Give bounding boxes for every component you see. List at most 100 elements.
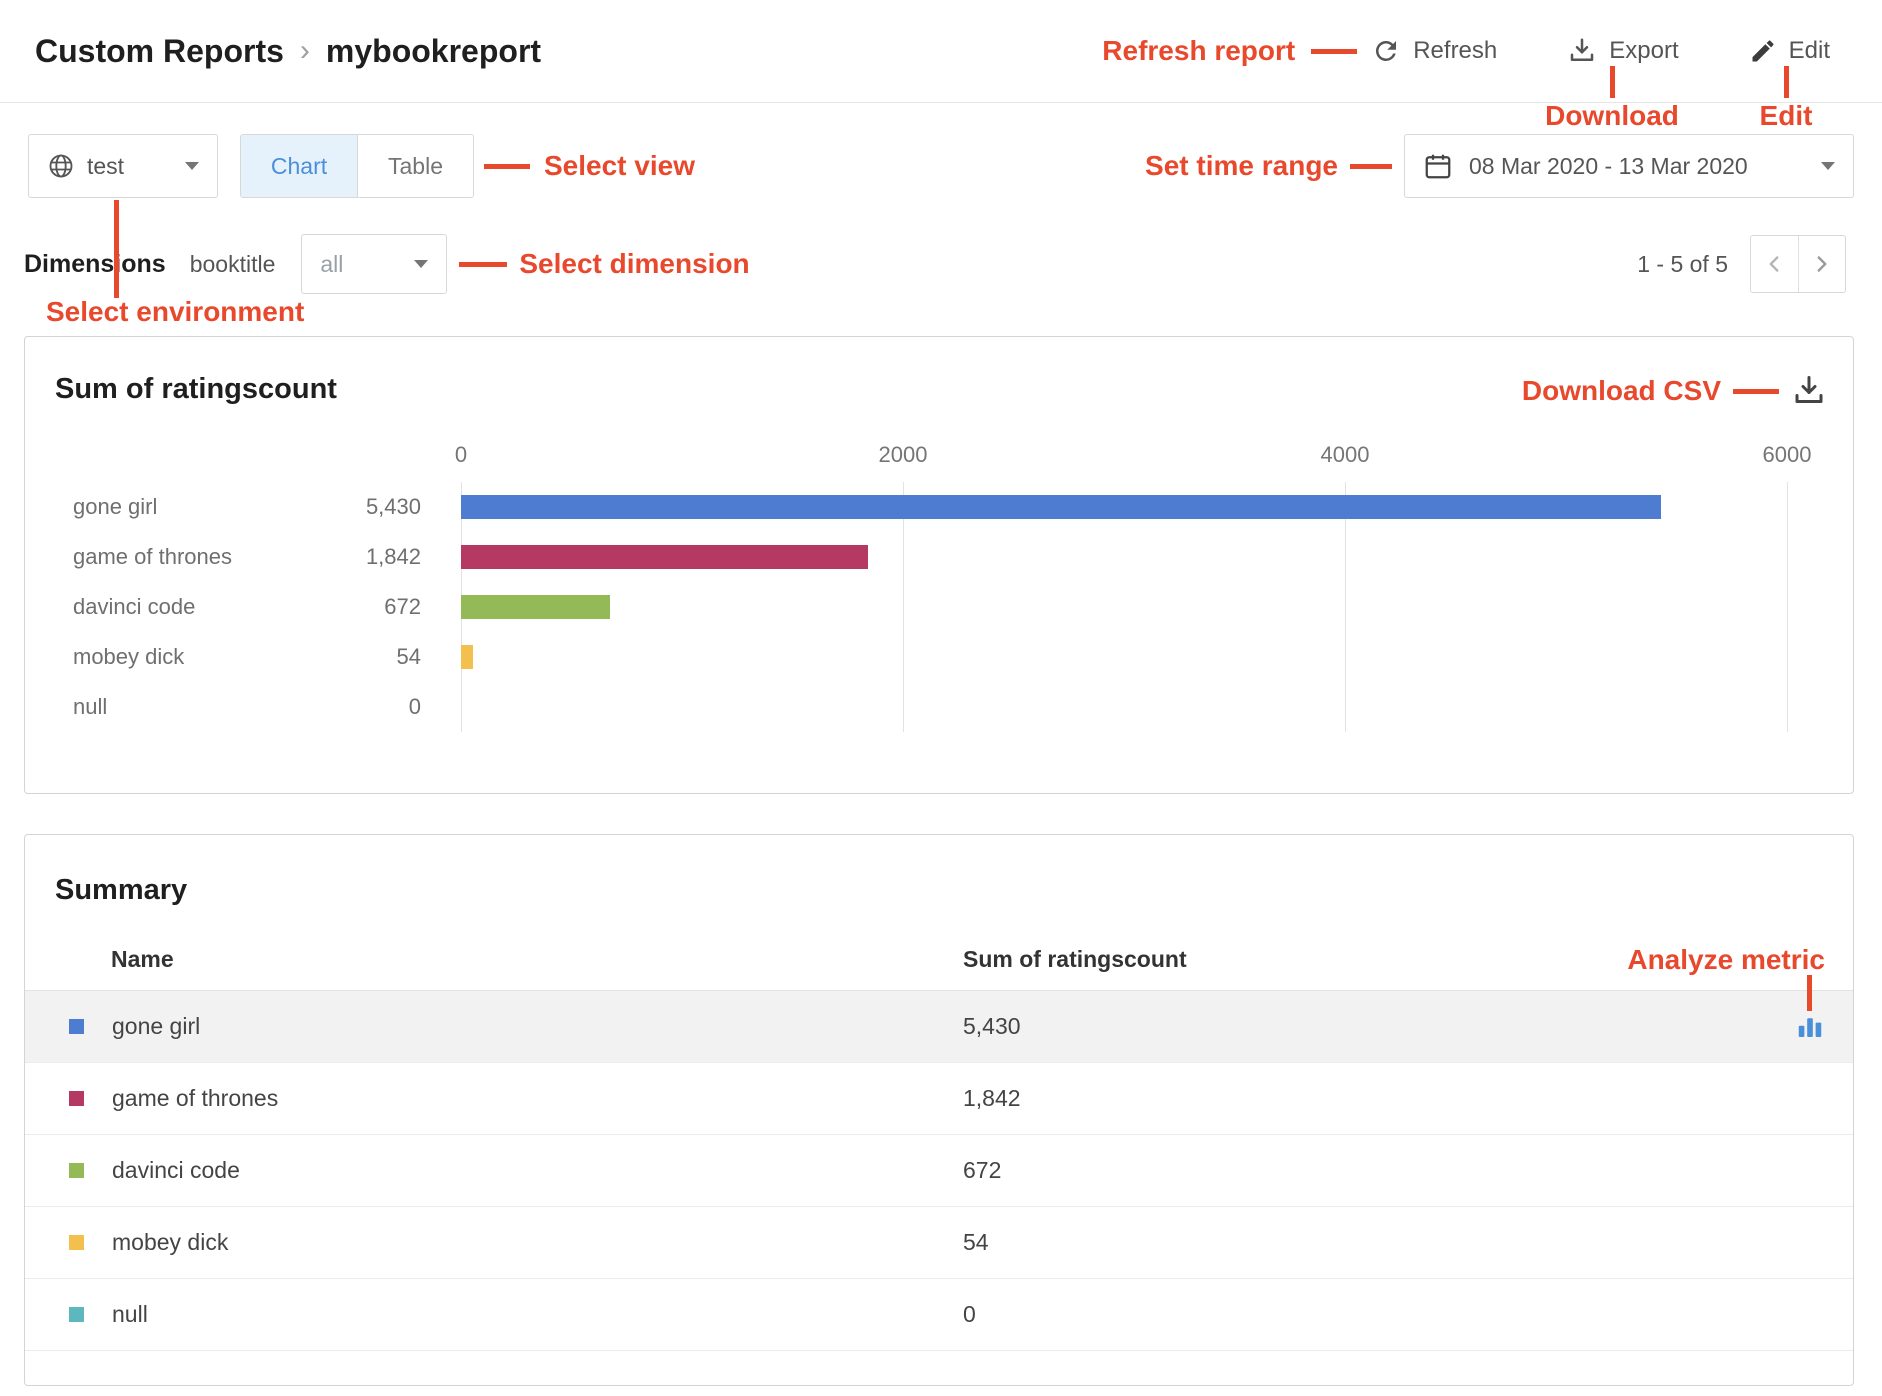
column-header-value: Sum of ratingscount [963,946,1187,973]
annotation-line-edit [1784,66,1789,98]
chart-category-label: gone girl [73,494,323,520]
calendar-icon [1423,151,1453,181]
series-color-swatch [69,1163,84,1178]
topbar-actions: Refresh report Refresh Export Edit [1102,35,1830,67]
x-axis-tick-label: 4000 [1321,442,1370,468]
series-color-swatch [69,1019,84,1034]
export-button[interactable]: Export [1567,36,1678,66]
tab-chart[interactable]: Chart [241,135,357,197]
view-toggle: Chart Table [240,134,474,198]
annotation-line-select-environment [114,200,119,298]
annotation-download: Download [1482,100,1742,132]
chart-x-axis: 0200040006000 [461,442,1787,482]
summary-card: Summary Name Sum of ratingscount Analyze… [24,834,1854,1386]
annotation-download-csv: Download CSV [1522,375,1721,407]
row-value: 0 [963,1301,976,1328]
chart-bar[interactable] [461,545,868,569]
row-name: davinci code [112,1157,240,1184]
export-label: Export [1609,37,1678,65]
chart-value-label: 5,430 [301,494,421,520]
series-color-swatch [69,1235,84,1250]
chart-card: Sum of ratingscount Download CSV 0200040… [24,336,1854,794]
chart-plot: gone girl5,430game of thrones1,842davinc… [461,482,1787,732]
chart-bar[interactable] [461,595,610,619]
annotation-line-refresh [1311,49,1357,54]
x-axis-tick-label: 6000 [1763,442,1812,468]
chart-value-label: 672 [301,594,421,620]
chart-bar[interactable] [461,645,473,669]
edit-button[interactable]: Edit [1749,37,1830,65]
row-name: gone girl [112,1013,200,1040]
annotation-refresh-report: Refresh report [1102,35,1295,67]
annotation-line-time-range [1350,164,1392,169]
pagination-range: 1 - 5 of 5 [1637,251,1728,278]
annotation-line-download [1610,66,1615,98]
chart-category-label: mobey dick [73,644,323,670]
chevron-down-icon [185,162,199,170]
chart-row: game of thrones1,842 [461,532,1787,582]
download-csv-icon[interactable] [1791,373,1827,409]
tab-table[interactable]: Table [357,135,473,197]
annotation-analyze-metric: Analyze metric [1627,944,1825,976]
annotation-line-select-dimension [459,262,507,267]
row-value: 1,842 [963,1085,1021,1112]
download-icon [1567,36,1597,66]
gridline [1787,482,1788,732]
chart-category-label: game of thrones [73,544,323,570]
row-value: 672 [963,1157,1001,1184]
row-value: 5,430 [963,1013,1021,1040]
date-range-picker[interactable]: 08 Mar 2020 - 13 Mar 2020 [1404,134,1854,198]
summary-rows: gone girl 5,430 game of thrones 1,842 davinc… [25,991,1853,1351]
chevron-down-icon [1821,162,1835,170]
table-row: null 0 [25,1279,1853,1351]
x-axis-tick-label: 2000 [879,442,928,468]
next-page-button[interactable] [1798,236,1846,292]
dimensions-bar: Dimensions booktitle all Select dimensio… [24,234,1846,294]
row-name: null [112,1301,148,1328]
annotation-line-analyze-metric [1807,975,1812,1011]
chart-category-label: davinci code [73,594,323,620]
top-bar: Custom Reports › mybookreport Refresh re… [0,0,1882,103]
chevron-down-icon [414,260,428,268]
chart-row: gone girl5,430 [461,482,1787,532]
breadcrumb: Custom Reports › mybookreport [35,33,541,70]
pagination-controls [1750,235,1846,293]
annotation-select-view: Select view [544,150,695,182]
table-row: gone girl 5,430 [25,991,1853,1063]
environment-value: test [87,153,124,180]
chart-row: null0 [461,682,1787,732]
summary-title: Summary [25,835,1853,907]
dimensions-label: Dimensions [24,250,166,279]
chart-bar[interactable] [461,495,1661,519]
chart-value-label: 54 [301,644,421,670]
analyze-metric-icon[interactable] [1795,1012,1825,1042]
annotation-line-download-csv [1733,389,1779,394]
annotation-select-dimension: Select dimension [519,248,749,280]
refresh-button[interactable]: Refresh [1371,36,1497,66]
annotation-line-select-view [484,164,530,169]
summary-table-header: Name Sum of ratingscount Analyze metric [25,929,1853,991]
row-name: mobey dick [112,1229,228,1256]
dimension-name: booktitle [190,251,276,278]
annotation-edit: Edit [1706,100,1866,132]
annotation-select-environment: Select environment [46,296,304,328]
breadcrumb-root[interactable]: Custom Reports [35,33,284,70]
row-name: game of thrones [112,1085,278,1112]
report-toolbar: test Chart Table Select view Set time ra… [28,134,1854,198]
table-row: game of thrones 1,842 [25,1063,1853,1135]
environment-select[interactable]: test [28,134,218,198]
series-color-swatch [69,1091,84,1106]
x-axis-tick-label: 0 [455,442,467,468]
edit-label: Edit [1789,37,1830,65]
chart-row: davinci code672 [461,582,1787,632]
chart-value-label: 0 [301,694,421,720]
table-row: davinci code 672 [25,1135,1853,1207]
refresh-icon [1371,36,1401,66]
previous-page-button[interactable] [1751,236,1798,292]
series-color-swatch [69,1307,84,1322]
chart-category-label: null [73,694,323,720]
column-header-name: Name [111,946,174,973]
pagination: 1 - 5 of 5 [1637,235,1846,293]
refresh-label: Refresh [1413,37,1497,65]
dimension-value-select[interactable]: all [301,234,447,294]
